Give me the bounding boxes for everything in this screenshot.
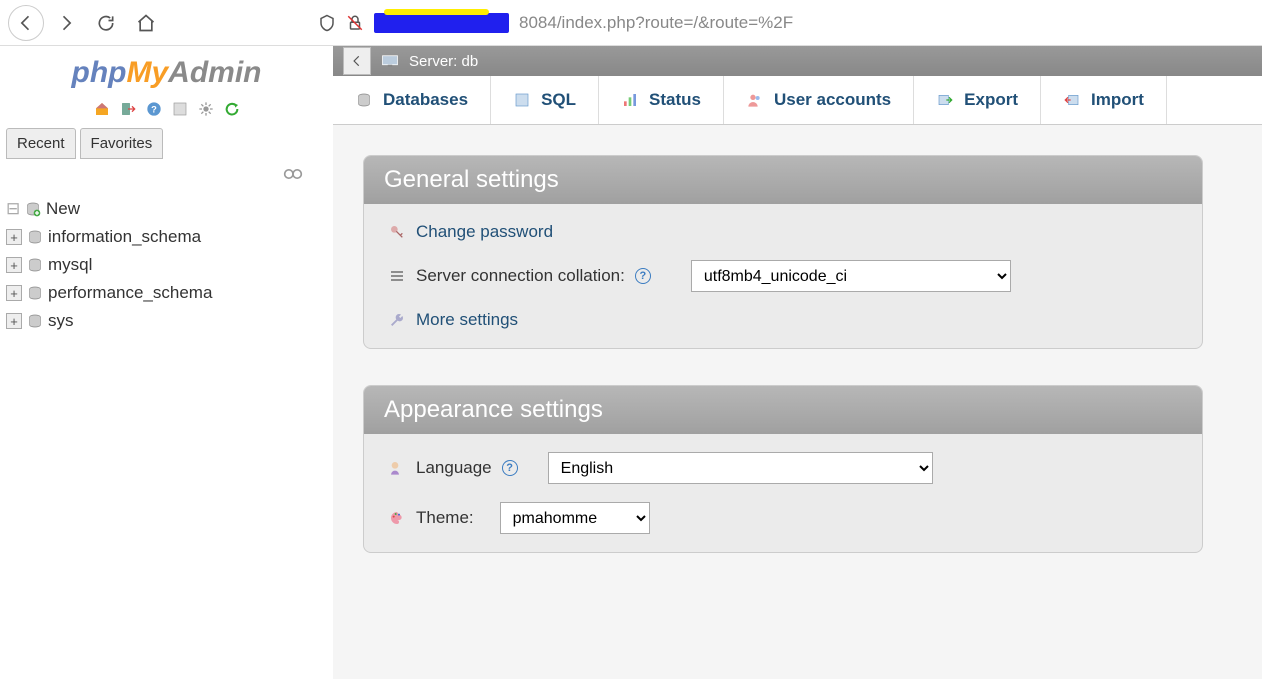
main: Server: db Databases SQL Status User acc… — [333, 46, 1262, 679]
sql-icon — [513, 91, 531, 109]
panel-title: General settings — [364, 156, 1202, 204]
expand-icon[interactable]: + — [6, 285, 22, 301]
server-label: Server: db — [409, 53, 478, 70]
browser-reload-button[interactable] — [88, 5, 124, 41]
expand-icon[interactable]: + — [6, 257, 22, 273]
collation-select[interactable]: utf8mb4_unicode_ci — [691, 260, 1011, 292]
collapse-sidebar-button[interactable] — [343, 47, 371, 75]
tree-db-item[interactable]: + information_schema — [6, 223, 333, 251]
list-icon — [388, 267, 406, 285]
sidebar-tabs: Recent Favorites — [0, 128, 333, 159]
help-icon[interactable]: ? — [145, 100, 163, 118]
database-icon — [26, 284, 44, 302]
tab-import[interactable]: Import — [1041, 76, 1167, 124]
settings-icon[interactable] — [197, 100, 215, 118]
browser-back-button[interactable] — [8, 5, 44, 41]
link-more-settings[interactable]: More settings — [416, 310, 518, 330]
tab-favorites[interactable]: Favorites — [80, 128, 164, 159]
browser-home-button[interactable] — [128, 5, 164, 41]
tree-db-label: information_schema — [48, 227, 201, 247]
logo[interactable]: phpMyAdmin — [0, 46, 333, 94]
logout-icon[interactable] — [119, 100, 137, 118]
sidebar-toolbar: ? — [0, 94, 333, 128]
expand-icon[interactable]: + — [6, 229, 22, 245]
panel-appearance-settings: Appearance settings Language ? English T… — [363, 385, 1203, 553]
tree-db-label: sys — [48, 311, 74, 331]
collation-label: Server connection collation: — [416, 266, 625, 286]
server-bar: Server: db — [333, 46, 1262, 76]
redacted-host — [374, 13, 509, 33]
help-icon[interactable]: ? — [635, 268, 651, 284]
key-icon — [388, 223, 406, 241]
tab-label: Status — [649, 90, 701, 110]
reload-icon[interactable] — [223, 100, 241, 118]
export-icon — [936, 91, 954, 109]
tab-label: User accounts — [774, 90, 891, 110]
panel-title: Appearance settings — [364, 386, 1202, 434]
tree-db-item[interactable]: + mysql — [6, 251, 333, 279]
tab-user-accounts[interactable]: User accounts — [724, 76, 914, 124]
browser-forward-button[interactable] — [48, 5, 84, 41]
database-icon — [26, 256, 44, 274]
users-icon — [746, 91, 764, 109]
tab-sql[interactable]: SQL — [491, 76, 599, 124]
panel-general-settings: General settings Change password Server … — [363, 155, 1203, 349]
collapse-link-icon[interactable] — [0, 159, 333, 191]
tree-db-label: mysql — [48, 255, 92, 275]
browser-bar: 8084/index.php?route=/&route=%2F — [0, 0, 1262, 46]
status-icon — [621, 91, 639, 109]
tab-export[interactable]: Export — [914, 76, 1041, 124]
wrench-icon — [388, 311, 406, 329]
server-icon — [381, 54, 399, 68]
theme-label: Theme: — [416, 508, 474, 528]
language-select[interactable]: English — [548, 452, 933, 484]
tab-label: Export — [964, 90, 1018, 110]
help-icon[interactable]: ? — [502, 460, 518, 476]
shield-icon[interactable] — [318, 14, 336, 32]
tree-new[interactable]: ⊟ New — [6, 195, 333, 223]
home-icon[interactable] — [93, 100, 111, 118]
database-icon — [26, 312, 44, 330]
tab-status[interactable]: Status — [599, 76, 724, 124]
language-icon — [388, 459, 406, 477]
main-tabs: Databases SQL Status User accounts Expor… — [333, 76, 1262, 125]
expand-icon[interactable]: + — [6, 313, 22, 329]
tab-label: Import — [1091, 90, 1144, 110]
url-bar[interactable]: 8084/index.php?route=/&route=%2F — [308, 5, 1254, 41]
url-text: 8084/index.php?route=/&route=%2F — [519, 13, 793, 33]
lock-strike-icon[interactable] — [346, 14, 364, 32]
tab-label: Databases — [383, 90, 468, 110]
tree-db-label: performance_schema — [48, 283, 212, 303]
database-icon — [26, 228, 44, 246]
tab-databases[interactable]: Databases — [333, 76, 491, 124]
import-icon — [1063, 91, 1081, 109]
palette-icon — [388, 509, 406, 527]
theme-select[interactable]: pmahomme — [500, 502, 650, 534]
tab-label: SQL — [541, 90, 576, 110]
tree-new-label: New — [46, 199, 80, 219]
sql-icon[interactable] — [171, 100, 189, 118]
tab-recent[interactable]: Recent — [6, 128, 76, 159]
tree-db-item[interactable]: + sys — [6, 307, 333, 335]
sidebar: phpMyAdmin ? Recent Favorites ⊟ New + — [0, 46, 333, 679]
svg-text:?: ? — [151, 104, 157, 114]
new-db-icon — [24, 200, 42, 218]
tree-db-item[interactable]: + performance_schema — [6, 279, 333, 307]
link-change-password[interactable]: Change password — [416, 222, 553, 242]
database-icon — [355, 91, 373, 109]
language-label: Language — [416, 458, 492, 478]
db-tree: ⊟ New + information_schema + mysql + per… — [0, 191, 333, 335]
